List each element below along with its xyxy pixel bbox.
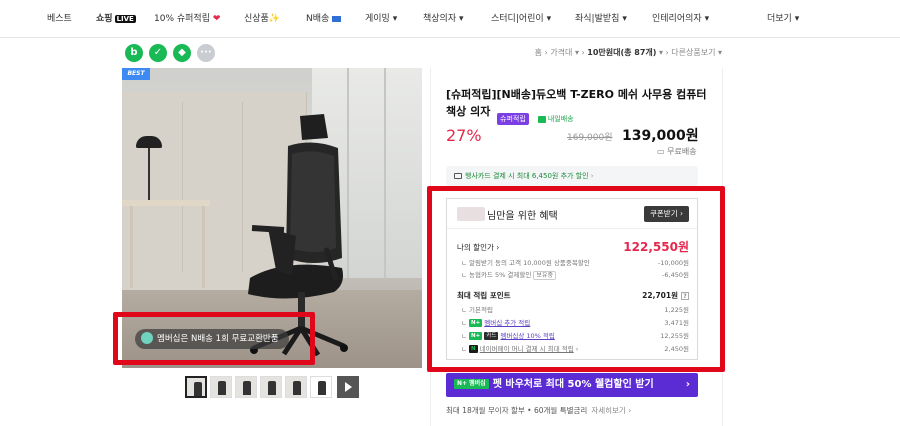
nav-floor-footrest[interactable]: 좌식|발받침 ▾: [575, 11, 627, 24]
pet-voucher-text: 펫 바우처로 최대 50% 웰컴할인 받기: [492, 379, 654, 390]
top-nav: 베스트 쇼핑 LIVE 10% 슈퍼적립 ❤ 신상품✨ N배송 게이밍 ▾ 책상의…: [0, 0, 900, 38]
installment-text: 최대 18개월 무이자 할부 • 60개월 특별금리: [446, 406, 588, 415]
discount-rate: 27%: [446, 126, 482, 145]
chevron-down-icon: ▾: [704, 14, 710, 24]
nav-study-label: 스터디|어린이: [491, 14, 544, 24]
nav-gaming[interactable]: 게이밍 ▾: [365, 11, 397, 24]
chevron-down-icon: ▾: [794, 14, 800, 24]
product-badges: 슈퍼적립 내일배송: [497, 106, 574, 125]
desk-leg: [202, 206, 205, 288]
highlight-box-membership: [113, 312, 315, 365]
breadcrumb: 홈 › 가격대 ▾ › 10만원대(총 87개) ▾ › 다른상품보기 ▾: [534, 48, 722, 57]
bookmark-icon[interactable]: ◆: [173, 44, 191, 62]
lamp-icon: [136, 136, 162, 148]
details-link[interactable]: 자세히보기 ›: [591, 406, 631, 415]
chevron-down-icon: ▾: [622, 14, 627, 24]
crumb-price[interactable]: 가격대: [550, 48, 572, 57]
thumbnail-strip: [185, 376, 360, 400]
nav-gaming-label: 게이밍: [365, 14, 390, 24]
product-title: [슈퍼적립][N배송]듀오백 T-ZERO 메쉬 사무용 컴퓨터 책상 의자: [446, 88, 707, 118]
nav-new-label: 신상품: [244, 14, 269, 24]
card-discount-banner[interactable]: 행사카드 결제 시 최대 6,450원 추가 할인 ›: [446, 166, 698, 186]
details-link-label: 자세히보기: [591, 406, 626, 415]
thumbnail[interactable]: [235, 376, 257, 398]
thumbnail[interactable]: [285, 376, 307, 398]
nav-new[interactable]: 신상품✨: [244, 11, 280, 24]
nav-best[interactable]: 베스트: [47, 11, 72, 24]
nav-ndelivery-label: N배송: [306, 14, 330, 24]
sale-price: 139,000원: [622, 128, 699, 144]
super-points-badge: 슈퍼적립: [497, 113, 529, 125]
highlight-box-benefits: [427, 186, 725, 372]
live-badge: LIVE: [114, 15, 136, 23]
nav-super-points[interactable]: 10% 슈퍼적립 ❤: [154, 11, 220, 24]
pet-voucher-banner[interactable]: N+ 멤버십 펫 바우처로 최대 50% 웰컴할인 받기 ›: [446, 373, 698, 397]
thumbnail-image: [218, 381, 226, 395]
sparkle-icon: ✨: [268, 14, 281, 24]
best-badge: BEST: [122, 68, 150, 80]
nav-floor-label: 좌식|발받침: [575, 14, 620, 24]
nav-shopping: 쇼핑: [96, 14, 113, 24]
card-icon: [454, 173, 462, 179]
video-play-icon[interactable]: [337, 376, 359, 398]
installment-info: 최대 18개월 무이자 할부 • 60개월 특별금리 자세히보기 ›: [446, 405, 631, 416]
crumb-other[interactable]: 다른상품보기: [671, 48, 715, 57]
window-mullion: [384, 68, 386, 278]
truck-icon: [332, 15, 342, 22]
nav-desk-chair-label: 책상의자: [423, 14, 457, 24]
nav-interior[interactable]: 인테리어의자 ▾: [652, 11, 709, 24]
original-price: 169,000원: [567, 133, 613, 143]
thumbnail-image: [268, 381, 276, 395]
next-day-badge: 내일배송: [537, 114, 574, 124]
lamp-arm: [148, 148, 150, 200]
membership-tag: N+ 멤버십: [454, 379, 489, 389]
thumbnail[interactable]: [185, 376, 207, 398]
desk: [122, 200, 210, 206]
nav-more-label: 더보기: [767, 14, 792, 24]
nav-super-label: 10% 슈퍼적립: [154, 14, 210, 24]
naver-blog-icon[interactable]: b: [125, 44, 143, 62]
nav-interior-label: 인테리어의자: [652, 14, 702, 24]
chevron-right-icon: ›: [590, 172, 594, 180]
truck-icon: ▭: [657, 147, 665, 156]
thumbnail-image: [194, 382, 202, 396]
crumb-home[interactable]: 홈: [535, 48, 542, 57]
card-discount-text: 행사카드 결제 시 최대 6,450원 추가 할인: [465, 172, 589, 180]
thumbnail[interactable]: [260, 376, 282, 398]
thumbnail-image: [293, 381, 301, 395]
crumb-range[interactable]: 10만원대(총 87개): [587, 48, 656, 57]
thumbnail-image: [243, 381, 251, 395]
truck-icon: [537, 115, 546, 123]
thumbnail-image: [318, 381, 326, 395]
desk-leg: [130, 206, 133, 288]
nav-more[interactable]: 더보기 ▾: [767, 11, 799, 24]
next-day-label: 내일배송: [547, 115, 574, 123]
nav-n-delivery[interactable]: N배송: [306, 11, 342, 24]
chevron-down-icon: ▾: [459, 14, 464, 24]
thumbnail[interactable]: [310, 376, 332, 398]
delivery-info: ▭ 무료배송: [657, 146, 697, 157]
chevron-right-icon: ›: [685, 379, 690, 390]
delivery-label: 무료배송: [667, 147, 697, 156]
nav-desk-chair[interactable]: 책상의자 ▾: [423, 11, 464, 24]
chevron-down-icon: ▾: [546, 14, 552, 24]
panel-line: [182, 102, 183, 272]
chevron-down-icon: ▾: [392, 14, 398, 24]
more-options-icon[interactable]: ···: [197, 44, 215, 62]
naver-talk-icon[interactable]: ✓: [149, 44, 167, 62]
sub-bar: b ✓ ◆ ··· 홈 › 가격대 ▾ › 10만원대(총 87개) ▾ › 다…: [0, 44, 900, 64]
nav-study-kids[interactable]: 스터디|어린이 ▾: [491, 11, 551, 24]
thumbnail[interactable]: [210, 376, 232, 398]
nav-shopping-live[interactable]: 쇼핑 LIVE: [96, 11, 136, 24]
heart-icon: ❤: [212, 14, 221, 24]
